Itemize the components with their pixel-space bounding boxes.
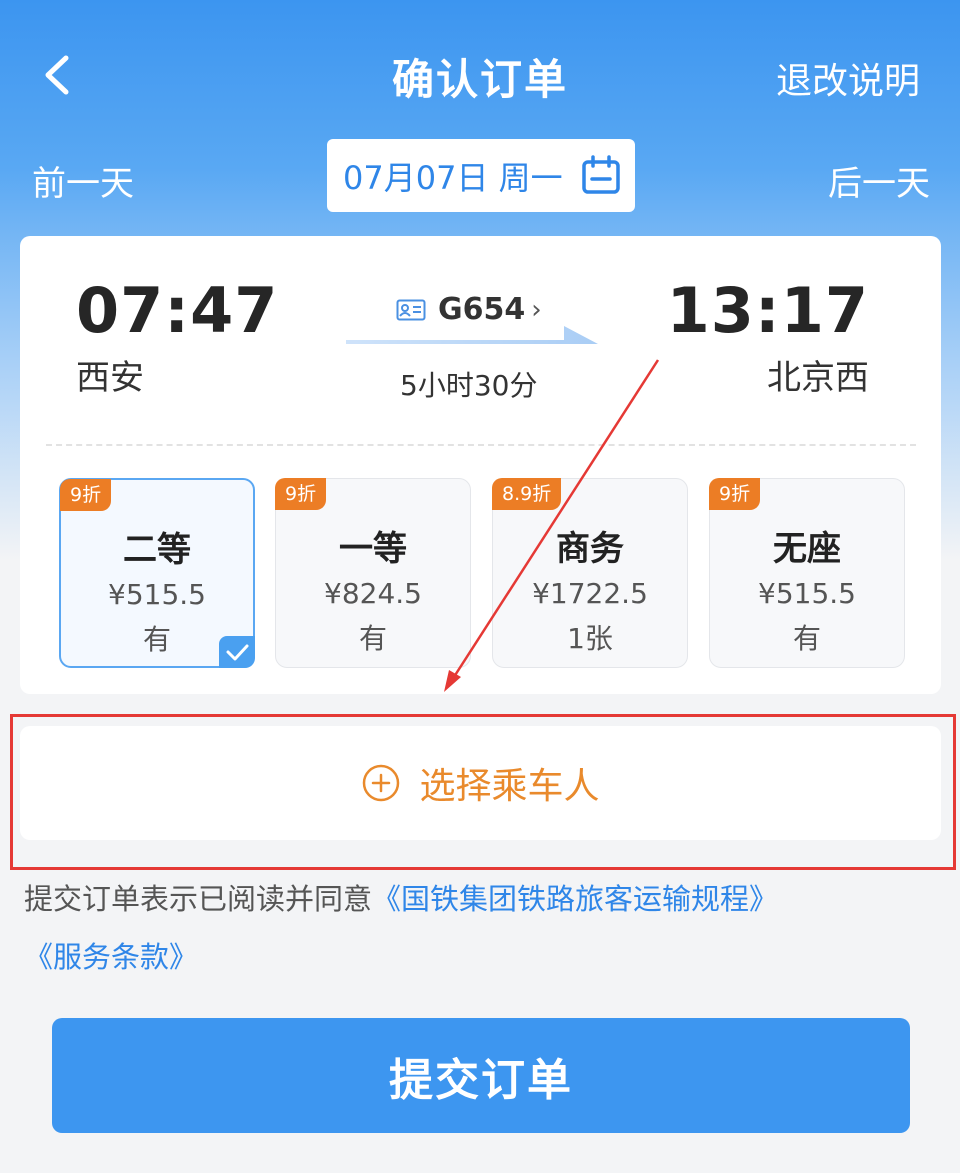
select-passenger-button[interactable]: 选择乘车人 [20,726,941,840]
seat-availability: 1张 [567,622,613,655]
seat-class: 二等 [123,530,191,570]
divider [46,444,916,446]
seat-price: ¥1722.5 [532,577,648,610]
seat-option-first-class[interactable]: 9折 一等 ¥824.5 有 [275,478,471,668]
discount-badge: 9折 [709,478,761,510]
seat-price: ¥515.5 [758,577,856,610]
refund-rules-link[interactable]: 退改说明 [776,52,920,104]
seat-class: 一等 [339,529,407,569]
submit-order-button[interactable]: 提交订单 [52,1018,910,1133]
rules-link[interactable]: 《国铁集团铁路旅客运输规程》 [372,882,778,916]
selected-date: 07月07日 周一 [343,158,563,197]
departure-time: 07:47 [76,274,279,347]
train-info-card: 07:47 西安 G654 › 5小时30分 13:17 北京西 9折 二等 ¥… [20,236,941,694]
arrival-station: 北京西 [767,358,869,398]
date-picker[interactable]: 07月07日 周一 [327,139,635,212]
seat-availability: 有 [358,622,387,655]
discount-badge: 8.9折 [492,478,562,510]
chevron-right-icon: › [531,294,542,325]
trip-duration: 5小时30分 [400,369,538,402]
id-card-icon [396,299,426,320]
terms-link[interactable]: 《服务条款》 [24,940,198,974]
calendar-icon [582,155,620,194]
agreement-prefix: 提交订单表示已阅读并同意 [24,882,373,916]
seat-price: ¥515.5 [108,578,206,611]
discount-badge: 9折 [275,478,327,510]
seat-class: 无座 [773,529,841,569]
seat-option-no-seat[interactable]: 9折 无座 ¥515.5 有 [709,478,905,668]
plus-circle-icon [363,764,400,802]
direction-arrow-icon [346,326,598,344]
seat-availability: 有 [792,622,821,655]
departure-station: 西安 [76,358,144,398]
seat-class: 商务 [556,529,624,569]
next-day-button[interactable]: 后一天 [828,156,930,205]
seat-option-second-class[interactable]: 9折 二等 ¥515.5 有 [59,478,255,668]
agreement-text: 提交订单表示已阅读并同意《国铁集团铁路旅客运输规程》《服务条款》 [24,870,936,986]
seat-option-business-class[interactable]: 8.9折 商务 ¥1722.5 1张 [492,478,688,668]
prev-day-button[interactable]: 前一天 [32,156,134,205]
checkmark-icon [219,636,255,668]
discount-badge: 9折 [60,479,112,511]
train-number-link[interactable]: G654 › [396,292,542,327]
arrival-time: 13:17 [666,274,869,347]
select-passenger-label: 选择乘车人 [419,766,600,807]
seat-price: ¥824.5 [324,577,422,610]
train-number: G654 [438,292,526,327]
